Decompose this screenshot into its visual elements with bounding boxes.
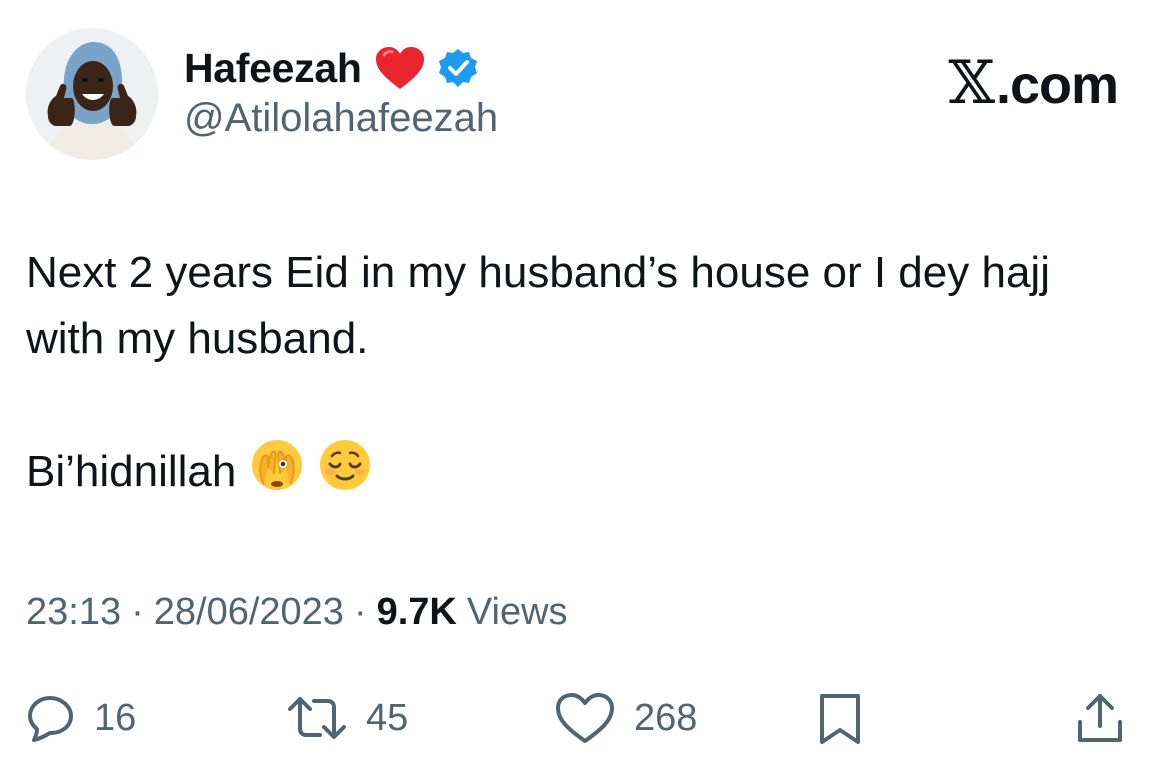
- tweet-line-2-text: Bi’hidnillah: [26, 447, 237, 497]
- tweet-text: Next 2 years Eid in my husband’s house o…: [26, 240, 1136, 511]
- x-brand-logo: 𝕏 .com: [948, 48, 1119, 118]
- display-name[interactable]: Hafeezah: [184, 45, 362, 92]
- relieved-face-icon: [318, 438, 372, 511]
- views-label: Views: [466, 591, 568, 633]
- verified-badge-icon[interactable]: [438, 48, 478, 88]
- brand-domain: .com: [995, 55, 1119, 115]
- x-logo-icon: 𝕏: [948, 48, 995, 118]
- repost-button[interactable]: 45: [286, 680, 408, 756]
- reply-button[interactable]: 16: [26, 680, 136, 756]
- tweet-time[interactable]: 23:13: [26, 591, 121, 634]
- views-count: 9.7K: [376, 591, 457, 633]
- repost-count: 45: [366, 696, 409, 739]
- reply-count: 16: [94, 696, 137, 739]
- action-bar: 16 45 268: [0, 680, 1170, 760]
- face-with-peeking-eye-icon: [250, 438, 304, 511]
- red-heart-icon: [374, 45, 426, 91]
- repost-icon: [286, 693, 348, 743]
- avatar[interactable]: [26, 28, 158, 160]
- tweet-date[interactable]: 28/06/2023: [154, 591, 344, 634]
- tweet-line-1: Next 2 years Eid in my husband’s house o…: [26, 248, 1050, 363]
- bookmark-icon: [814, 690, 866, 746]
- author-name-row: Hafeezah: [184, 42, 478, 94]
- like-button[interactable]: 268: [554, 680, 697, 756]
- emoji-row: [250, 438, 372, 511]
- author-handle[interactable]: @Atilolahafeezah: [184, 96, 498, 141]
- share-icon: [1072, 690, 1128, 746]
- tweet-meta: 23:13 · 28/06/2023 · 9.7K Views: [26, 591, 568, 634]
- meta-separator: ·: [353, 591, 367, 633]
- bookmark-button[interactable]: [814, 680, 866, 756]
- meta-separator: ·: [131, 591, 144, 633]
- share-button[interactable]: [1072, 680, 1128, 756]
- like-count: 268: [634, 696, 698, 739]
- heart-outline-icon: [554, 691, 616, 745]
- tweet-line-2: Bi’hidnillah: [26, 438, 1136, 511]
- reply-icon: [26, 693, 76, 743]
